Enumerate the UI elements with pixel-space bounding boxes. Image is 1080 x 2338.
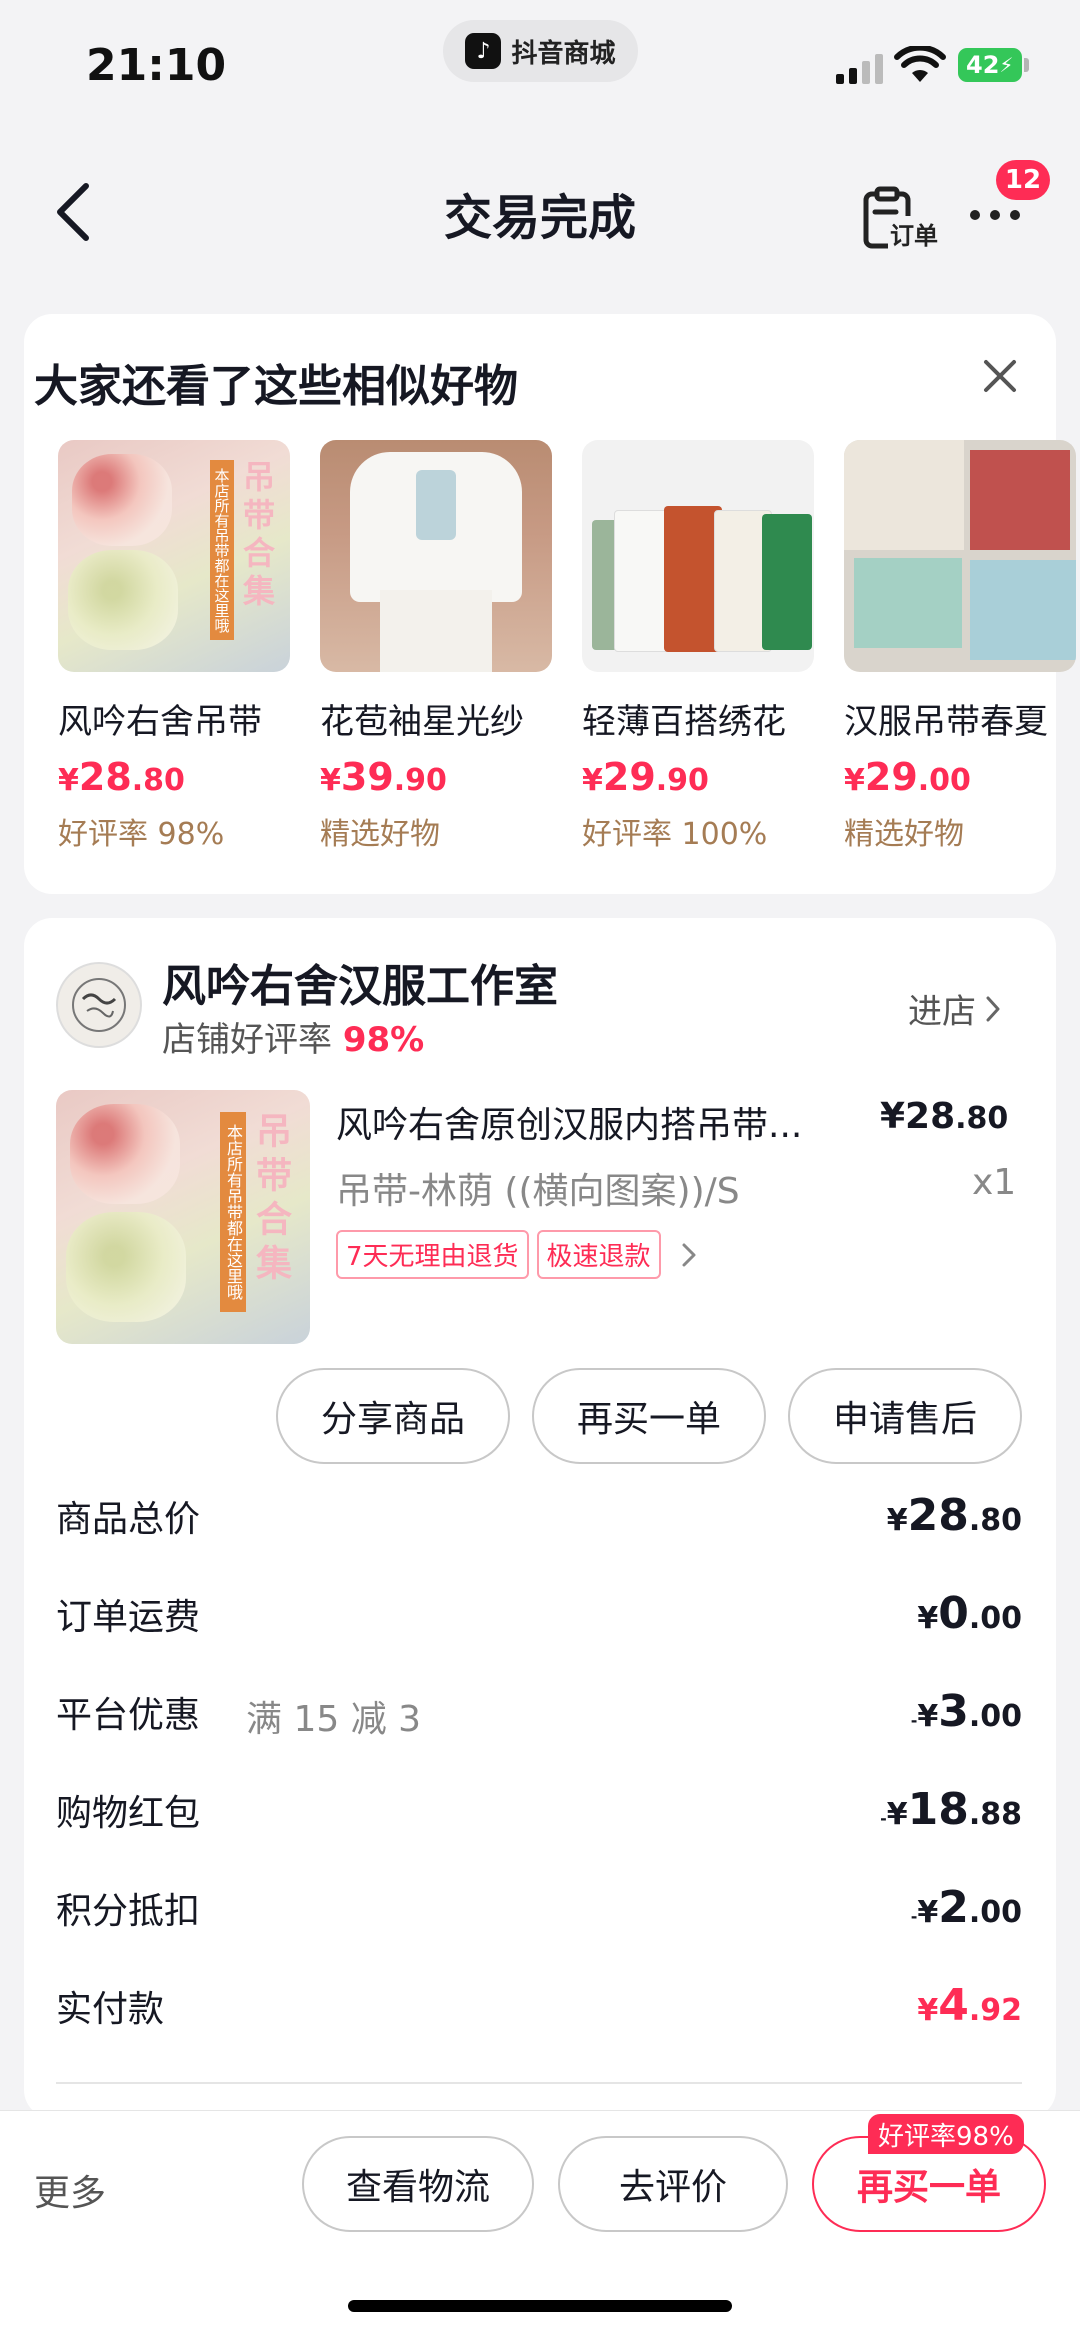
battery-icon: 42 ⚡ [958,48,1022,82]
fee-row-subtotal: 商品总价 ¥28.80 [56,1490,1022,1550]
recommend-item-name: 轻薄百搭绣花 [582,702,786,742]
share-product-button[interactable]: 分享商品 [276,1368,510,1464]
product-spec: 吊带-林荫 ((横向图案))/S [336,1171,740,1212]
recommend-item-image[interactable]: 本店所有吊带都在这里哦 吊带合集 [58,440,290,672]
rebuy-button[interactable]: 再买一单 [532,1368,766,1464]
recommendation-title: 大家还看了这些相似好物 [34,361,518,412]
fee-label: 平台优惠 [56,1695,201,1736]
recommend-item[interactable]: 汉服吊带春夏 ¥29.00 精选好物 [844,440,1076,853]
fee-row-shipping: 订单运费 ¥0.00 [56,1588,1022,1648]
fee-row-platform-discount: 平台优惠 满 15 减 3 -¥3.00 [56,1686,1022,1746]
recommend-item-price: ¥28.80 [58,755,185,799]
enter-shop-button[interactable]: 进店 [908,984,1002,1033]
product-title[interactable]: 风吟右舍原创汉服内搭吊带... [336,1096,826,1148]
chevron-right-icon[interactable] [679,1241,699,1269]
cellular-signal-icon [836,50,883,84]
shop-avatar[interactable] [56,962,142,1048]
product-price: ¥28.80 [880,1096,1009,1137]
status-time: 21:10 [86,40,227,91]
recommend-item[interactable]: 本店所有吊带都在这里哦 吊带合集 风吟右舍吊带 ¥28.80 好评率 98% [58,440,290,853]
fee-row-red-packet: 购物红包 -¥18.88 [56,1784,1022,1844]
douyin-logo-icon: ♪ [465,33,502,69]
orders-label[interactable]: 订单 [888,216,940,251]
recommend-item-price: ¥39.90 [320,755,447,799]
app-label: 抖音商城 [511,38,616,69]
recommend-item-tag: 精选好物 [844,817,964,852]
app-indicator-pill[interactable]: ♪ 抖音商城 [443,20,638,82]
fee-value: ¥4.92 [917,1980,1022,2031]
recommend-item[interactable]: 轻薄百搭绣花 ¥29.90 好评率 100% [582,440,814,853]
fee-note: 满 15 减 3 [246,1699,422,1740]
fee-value: ¥0.00 [917,1588,1022,1639]
shop-logo-icon [72,978,126,1032]
recommend-item-name: 汉服吊带春夏 [844,702,1048,742]
battery-tip [1024,58,1029,72]
chevron-right-icon [986,996,1000,1021]
product-image[interactable]: 本店所有吊带都在这里哦 吊带合集 [56,1090,310,1344]
recommend-item-image[interactable] [320,440,552,672]
fee-label: 积分抵扣 [56,1891,201,1932]
recommend-item-price: ¥29.90 [582,755,709,799]
close-icon[interactable] [978,354,1022,398]
recommend-item-image[interactable] [582,440,814,672]
recommend-item-tag: 好评率 100% [582,817,768,852]
fee-label: 实付款 [56,1989,165,2030]
fee-value: -¥3.00 [910,1686,1022,1737]
fee-label: 商品总价 [56,1499,201,1540]
enter-shop-label: 进店 [908,992,976,1032]
fee-value: ¥28.80 [886,1490,1022,1541]
shop-name[interactable]: 风吟右舍汉服工作室 [162,950,558,1014]
fee-label: 购物红包 [56,1793,201,1834]
divider [56,2082,1022,2084]
fee-label: 订单运费 [56,1597,201,1638]
more-options-icon[interactable] [970,200,1030,230]
tag-return-policy: 7天无理由退货 [336,1230,529,1279]
rebuy-rating-badge: 好评率98% [868,2114,1024,2154]
recommend-item-tag: 好评率 98% [58,817,225,852]
product-quantity: x1 [972,1162,1017,1203]
fee-row-points: 积分抵扣 -¥2.00 [56,1882,1022,1942]
fee-value: -¥2.00 [910,1882,1022,1933]
thumb-side-text: 本店所有吊带都在这里哦 [210,460,234,640]
thumb-main-text: 吊带合集 [238,460,276,612]
thumb-side-text: 本店所有吊带都在这里哦 [220,1112,246,1312]
recommend-item-price: ¥29.00 [844,755,971,799]
after-sale-button[interactable]: 申请售后 [788,1368,1022,1464]
message-badge: 12 [996,160,1050,200]
recommend-item-name: 花苞袖星光纱 [320,702,524,742]
tag-fast-refund: 极速退款 [536,1230,661,1279]
wifi-icon [894,46,946,82]
home-indicator [348,2300,732,2312]
thumb-main-text: 吊带合集 [250,1112,291,1288]
write-review-button[interactable]: 去评价 [558,2136,788,2232]
recommend-item[interactable]: 花苞袖星光纱 ¥39.90 精选好物 [320,440,552,853]
service-tags[interactable]: 7天无理由退货 极速退款 [336,1230,699,1279]
shop-rating: 店铺好评率 98% [162,1020,425,1060]
battery-level: 42 [966,51,1000,79]
recommend-item-tag: 精选好物 [320,817,440,852]
fee-value: -¥18.88 [880,1784,1022,1835]
recommend-item-image[interactable] [844,440,1076,672]
view-logistics-button[interactable]: 查看物流 [302,2136,534,2232]
more-link[interactable]: 更多 [34,2164,106,2216]
recommend-item-name: 风吟右舍吊带 [58,702,262,742]
fee-row-paid: 实付款 ¥4.92 [56,1980,1022,2040]
